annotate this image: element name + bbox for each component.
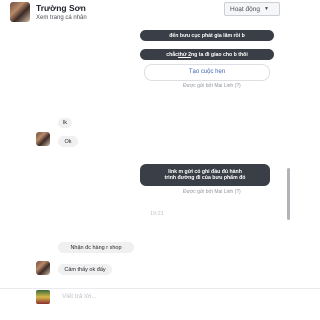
message-bubble-incoming[interactable]: Nhận đc hàng r shop <box>58 242 134 253</box>
message-bubble-outgoing[interactable]: chắc thứ 2 ng ta đi giao cho b thôi <box>140 49 274 60</box>
timestamp: 19:21 <box>150 211 164 217</box>
message-bubble-incoming[interactable]: Ok <box>58 136 78 147</box>
create-appointment-link[interactable]: Tạo cuộc hẹn <box>145 69 269 75</box>
sent-by-note: Được gửi bởi Mai Linh (?) <box>183 189 241 195</box>
status-dropdown[interactable]: Hoạt động ▼ <box>224 2 280 16</box>
contact-avatar-small[interactable] <box>36 132 50 146</box>
scrollbar[interactable] <box>287 168 290 220</box>
contact-avatar-small[interactable] <box>36 261 50 275</box>
message-bubble-outgoing[interactable]: link m gửi có ghi đầu đủ hành trình đườn… <box>140 164 270 186</box>
composer-divider <box>0 288 320 289</box>
message-bubble-outgoing[interactable]: đến bưu cục phát gia lâm rồi b <box>140 30 274 41</box>
page-logo-icon <box>36 290 50 304</box>
appointment-card: Tạo cuộc hẹn <box>144 64 270 81</box>
reply-input[interactable]: Viết trả lời... <box>62 293 97 300</box>
chevron-down-icon: ▼ <box>264 6 269 12</box>
status-label: Hoạt động <box>230 5 260 13</box>
contact-name[interactable]: Trường Sơn <box>36 3 86 13</box>
message-bubble-incoming[interactable]: Cảm thấy ok đấy <box>58 264 112 275</box>
contact-avatar[interactable] <box>10 2 30 22</box>
message-link[interactable]: thứ 2 <box>178 52 191 58</box>
sent-by-note: Được gửi bởi Mai Linh (?) <box>183 83 241 89</box>
message-bubble-incoming[interactable]: lk <box>58 118 72 128</box>
view-profile-link[interactable]: Xem trang cá nhân <box>36 15 87 21</box>
conversation-header: Trường Sơn Xem trang cá nhân Hoạt động ▼ <box>0 0 320 32</box>
